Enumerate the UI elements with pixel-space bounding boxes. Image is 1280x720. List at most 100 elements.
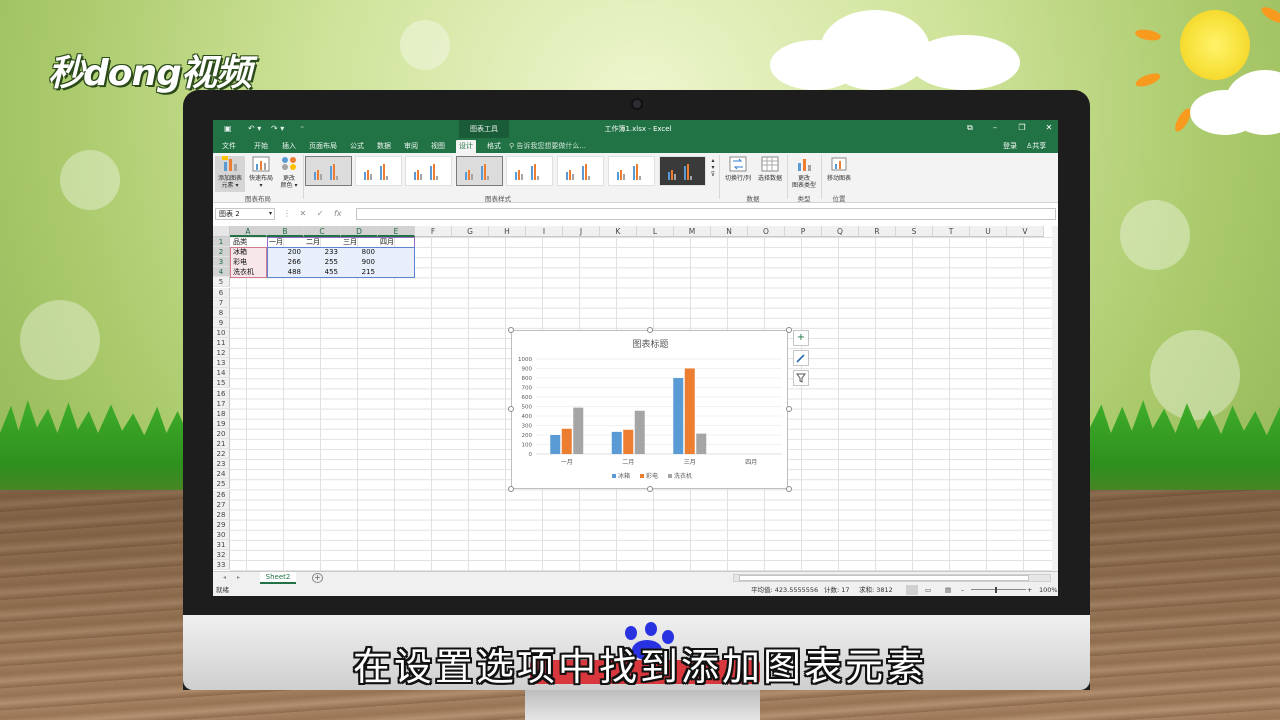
column-header-i[interactable]: I (526, 226, 563, 237)
column-header-s[interactable]: S (896, 226, 933, 237)
resize-handle[interactable] (786, 486, 792, 492)
row-header-29[interactable]: 29 (213, 519, 230, 530)
resize-handle[interactable] (647, 486, 653, 492)
close-icon[interactable]: ✕ (1042, 123, 1056, 135)
cell-a4[interactable]: 洗衣机 (233, 267, 254, 277)
row-header-32[interactable]: 32 (213, 550, 230, 561)
column-header-e[interactable]: E (378, 226, 415, 237)
share-button[interactable]: ♙共享 (1026, 140, 1046, 152)
resize-handle[interactable] (508, 486, 514, 492)
column-header-b[interactable]: B (267, 226, 304, 237)
zoom-in-icon[interactable]: + (1027, 584, 1032, 596)
select-data-button[interactable]: 选择数据 (755, 156, 785, 182)
change-chart-type-button[interactable]: 更改 图表类型 (789, 156, 819, 189)
cell-a3[interactable]: 彩电 (233, 257, 247, 267)
move-chart-button[interactable]: 移动图表 (823, 156, 855, 182)
column-header-n[interactable]: N (711, 226, 748, 237)
column-header-h[interactable]: H (489, 226, 526, 237)
switch-row-column-button[interactable]: 切换行/列 (721, 156, 755, 182)
cell-b3[interactable]: 266 (267, 257, 304, 267)
row-header-1[interactable]: 1 (213, 237, 230, 248)
column-header-a[interactable]: A (230, 226, 267, 237)
cell-d1[interactable]: 三月 (343, 237, 357, 247)
tab-file[interactable]: 文件 (219, 140, 239, 153)
add-sheet-button[interactable]: + (312, 573, 323, 583)
column-header-v[interactable]: V (1007, 226, 1044, 237)
vertical-scrollbar[interactable] (1052, 226, 1058, 571)
column-header-r[interactable]: R (859, 226, 896, 237)
sheet-prev-icon[interactable]: ◂ (223, 572, 226, 584)
row-header-4[interactable]: 4 (213, 267, 230, 278)
tab-formulas[interactable]: 公式 (347, 140, 367, 153)
chart-style-8[interactable] (659, 156, 706, 186)
column-header-u[interactable]: U (970, 226, 1007, 237)
column-header-o[interactable]: O (748, 226, 785, 237)
column-header-f[interactable]: F (415, 226, 452, 237)
column-header-j[interactable]: J (563, 226, 600, 237)
zoom-out-icon[interactable]: – (961, 584, 964, 596)
row-header-16[interactable]: 16 (213, 388, 230, 399)
chart-style-4[interactable] (456, 156, 503, 186)
cancel-icon[interactable]: ✕ (300, 209, 307, 218)
row-header-2[interactable]: 2 (213, 247, 230, 258)
cell-a1[interactable]: 品类 (233, 237, 247, 247)
enter-icon[interactable]: ✓ (317, 209, 324, 218)
cell-a2[interactable]: 冰箱 (233, 247, 247, 257)
insert-function-icon[interactable]: fx (334, 209, 342, 218)
cell-d4[interactable]: 215 (341, 267, 378, 277)
row-header-30[interactable]: 30 (213, 529, 230, 540)
chart-style-3[interactable] (405, 156, 452, 186)
tab-format[interactable]: 格式 (484, 140, 504, 153)
sheet-tab-sheet2[interactable]: Sheet2 (260, 572, 296, 584)
quick-layout-button[interactable]: 快速布局 ▾ (246, 156, 276, 189)
cell-d3[interactable]: 900 (341, 257, 378, 267)
row-header-8[interactable]: 8 (213, 307, 230, 318)
name-box[interactable]: 图表 2 ▾ (215, 208, 275, 220)
column-header-l[interactable]: L (637, 226, 674, 237)
chart-style-2[interactable] (355, 156, 402, 186)
tab-data[interactable]: 数据 (374, 140, 394, 153)
column-header-c[interactable]: C (304, 226, 341, 237)
resize-handle[interactable] (786, 406, 792, 412)
change-colors-button[interactable]: 更改 颜色 ▾ (277, 156, 301, 189)
row-header-10[interactable]: 10 (213, 327, 230, 338)
chart-styles-brush-icon[interactable] (793, 350, 809, 366)
add-chart-element-button[interactable]: 添加图表 元素 ▾ (215, 156, 245, 192)
formula-input[interactable] (356, 208, 1056, 220)
row-header-3[interactable]: 3 (213, 257, 230, 268)
cell-e1[interactable]: 四月 (380, 237, 394, 247)
minimize-icon[interactable]: – (988, 123, 1002, 135)
cell-c2[interactable]: 233 (304, 247, 341, 257)
horizontal-scroll-thumb[interactable] (739, 575, 1029, 581)
row-header-19[interactable]: 19 (213, 418, 230, 429)
row-header-6[interactable]: 6 (213, 287, 230, 298)
excel-save-icon[interactable]: ▣ (224, 124, 232, 133)
chart-style-1[interactable] (305, 156, 352, 186)
row-header-20[interactable]: 20 (213, 428, 230, 439)
cell-b1[interactable]: 一月 (269, 237, 283, 247)
tab-design[interactable]: 设计 (456, 140, 476, 153)
row-header-17[interactable]: 17 (213, 398, 230, 409)
chart-filters-filter-icon[interactable] (793, 370, 809, 386)
cell-b2[interactable]: 200 (267, 247, 304, 257)
undo-icon[interactable]: ↶ ▾ (248, 124, 261, 133)
row-header-27[interactable]: 27 (213, 499, 230, 510)
column-header-m[interactable]: M (674, 226, 711, 237)
restore-icon[interactable]: ❐ (1015, 123, 1029, 135)
normal-view-icon[interactable] (906, 585, 918, 595)
customize-qat-icon[interactable]: ⁼ (300, 124, 304, 133)
ribbon-display-icon[interactable]: ⧉ (963, 123, 977, 135)
row-header-24[interactable]: 24 (213, 469, 230, 480)
page-break-view-icon[interactable]: ▤ (945, 584, 951, 596)
row-header-9[interactable]: 9 (213, 317, 230, 328)
cell-c4[interactable]: 455 (304, 267, 341, 277)
row-header-18[interactable]: 18 (213, 408, 230, 419)
row-header-5[interactable]: 5 (213, 277, 230, 288)
row-header-14[interactable]: 14 (213, 368, 230, 379)
resize-handle[interactable] (786, 327, 792, 333)
cell-c1[interactable]: 二月 (306, 237, 320, 247)
zoom-slider[interactable] (971, 589, 1026, 590)
row-header-22[interactable]: 22 (213, 449, 230, 460)
chart-style-6[interactable] (557, 156, 604, 186)
zoom-level[interactable]: 100% (1039, 584, 1058, 596)
